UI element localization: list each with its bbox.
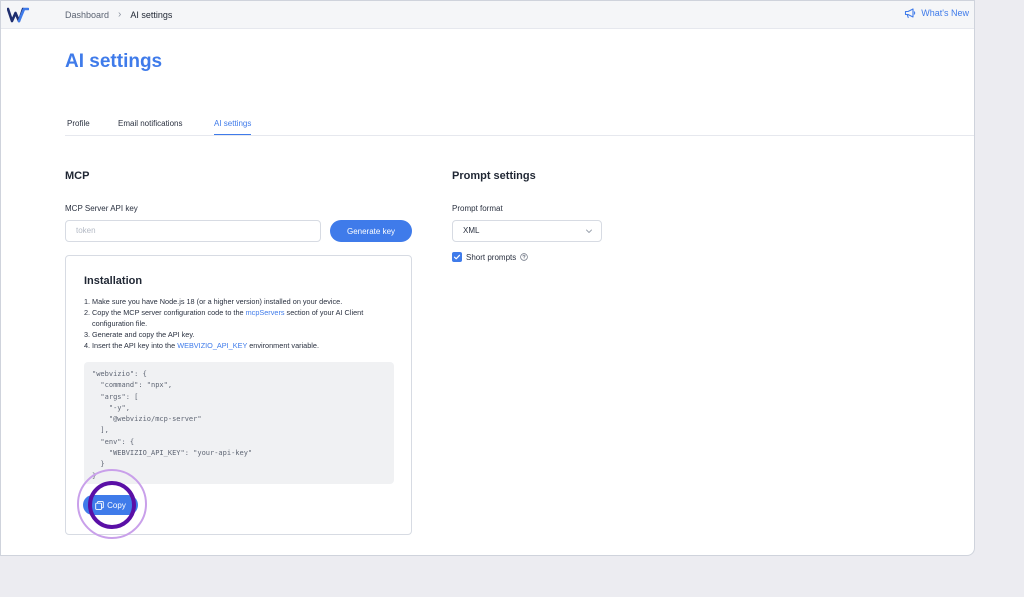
installation-step: 1. Make sure you have Node.js 18 (or a h… [84,297,343,306]
megaphone-icon [905,8,916,19]
installation-panel: Installation 1. Make sure you have Node.… [65,255,412,535]
prompt-format-label: Prompt format [452,204,503,213]
short-prompts-label: Short prompts [466,252,517,262]
short-prompts-row: Short prompts [452,252,529,262]
mcp-servers-link[interactable]: mcpServers [246,308,285,317]
tab-ai-settings[interactable]: AI settings [214,119,252,135]
breadcrumb-dashboard[interactable]: Dashboard [65,10,109,20]
installation-title: Installation [84,275,143,287]
tab-email-notifications[interactable]: Email notifications [118,119,182,134]
installation-step: 2. Copy the MCP server configuration cod… [84,308,364,328]
copy-button[interactable]: Copy [83,495,138,515]
help-icon[interactable] [520,253,529,261]
chevron-down-icon [586,229,592,233]
prompt-format-value: XML [463,226,480,235]
config-code-block[interactable]: "webvizio": { "command": "npx", "args": … [84,362,394,484]
generate-key-button[interactable]: Generate key [330,220,412,242]
copy-label: Copy [107,500,126,510]
breadcrumb: Dashboard › AI settings [65,9,172,20]
prompt-settings-title: Prompt settings [452,170,536,182]
breadcrumb-current: AI settings [130,9,173,20]
whats-new-link[interactable]: What's New [904,7,969,19]
webvizio-logo-icon[interactable] [7,7,29,23]
installation-step: 4. Insert the API key into the WEBVIZIO_… [84,341,320,350]
page-title: AI settings [65,51,163,72]
installation-step: 3. Generate and copy the API key. [84,330,195,339]
whats-new-label: What's New [921,8,969,18]
app-window: Dashboard › AI settings What's New AI se… [0,0,975,556]
short-prompts-checkbox[interactable] [452,252,462,262]
mcp-api-key-label: MCP Server API key [65,204,138,213]
installation-steps: 1. Make sure you have Node.js 18 (or a h… [84,296,399,351]
breadcrumb-separator: › [118,9,122,20]
prompt-format-select[interactable]: XML [452,220,602,242]
settings-tabs: Profile Email notifications AI settings [65,119,974,136]
copy-icon [95,500,104,510]
tab-profile[interactable]: Profile [67,119,90,134]
mcp-section-title: MCP [65,170,90,182]
api-key-env-link[interactable]: WEBVIZIO_API_KEY [177,341,247,350]
mcp-api-key-input[interactable]: token [65,220,321,242]
top-bar: Dashboard › AI settings What's New [1,1,974,29]
checkmark-icon [453,254,461,260]
